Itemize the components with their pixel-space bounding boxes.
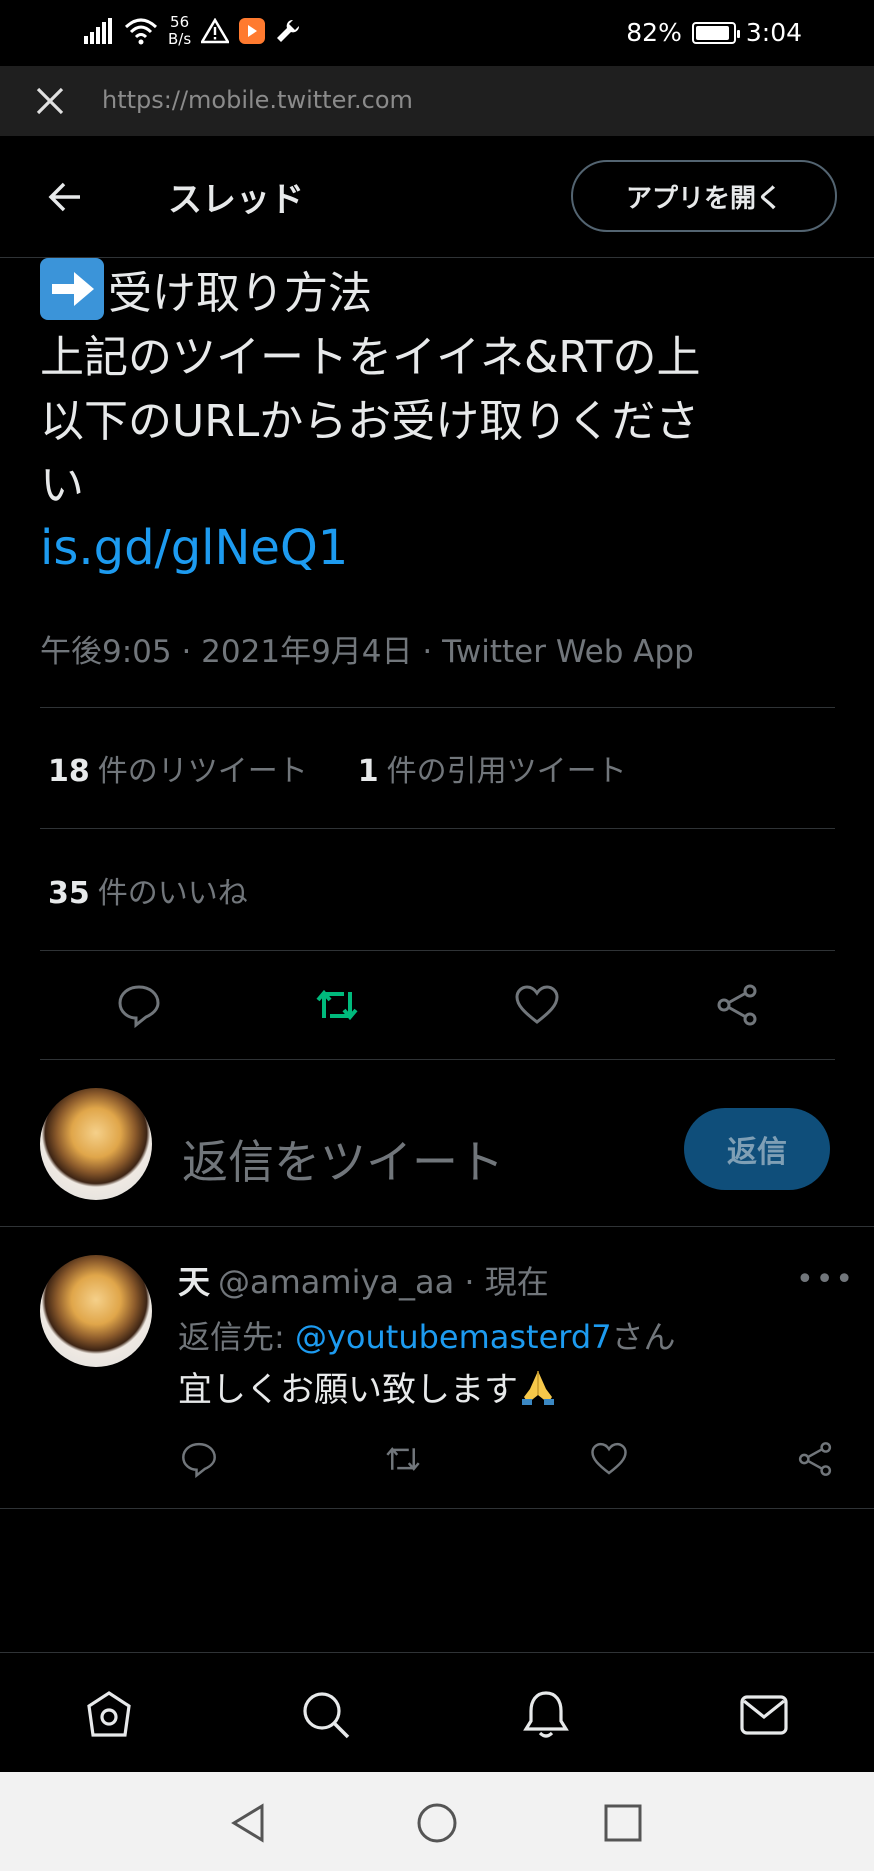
reply-text-content: 宜しくお願い致します [178,1370,518,1410]
home-circle-icon[interactable] [416,1802,458,1844]
separator-dot: · [464,1263,475,1301]
divider [40,707,835,708]
reply-text: 宜しくお願い致します [178,1362,558,1411]
retweet-label: 件のリツイート [97,754,308,789]
replying-suffix: さん [611,1318,676,1356]
page-title: スレッド [168,180,304,220]
browser-url-bar: https://mobile.twitter.com [0,66,874,136]
quotes-stat[interactable]: 1 件の引用ツイート [358,746,627,790]
more-options-icon[interactable]: ••• [796,1262,855,1297]
divider [40,1059,835,1060]
battery-icon [691,21,740,44]
signal-icon [84,18,112,44]
back-arrow-icon[interactable] [44,176,86,218]
recents-square-icon[interactable] [602,1802,644,1844]
like-heart-icon[interactable] [590,1440,628,1478]
tweet-link[interactable]: is.gd/glNeQ1 [40,520,348,576]
tweet-stats-likes[interactable]: 35 件のいいね [48,868,248,912]
home-icon[interactable] [83,1689,135,1741]
open-app-button[interactable]: アプリを開く [571,160,837,232]
url-text[interactable]: https://mobile.twitter.com [102,86,413,114]
network-speed: 56 B/s [168,14,191,48]
search-icon[interactable] [300,1689,352,1741]
replying-mention-link[interactable]: @youtubemasterd7 [295,1318,612,1356]
share-icon[interactable] [714,982,760,1028]
replying-to: 返信先: @youtubemasterd7さん [178,1312,676,1358]
tweet-line-2: 上記のツイートをイイネ&RTの上 [40,332,701,383]
reply-time[interactable]: 現在 [485,1263,549,1301]
app-notification-icon [239,18,266,44]
tweet-line-1: 受け取り方法 [108,268,372,319]
folded-hands-emoji-icon [522,1371,554,1405]
reply-header: 天 @amamiya_aa · 現在 [178,1257,549,1303]
retweet-count: 18 [48,754,90,789]
tweet-timestamp[interactable]: 午後9:05 · 2021年9月4日 · Twitter Web App [40,626,694,671]
reply-input[interactable]: 返信をツイート [182,1126,504,1192]
like-label: 件のいいね [97,876,248,911]
divider [40,828,835,829]
retweet-icon[interactable] [314,982,360,1028]
like-heart-icon[interactable] [514,982,560,1028]
warning-icon [201,18,230,44]
reply-avatar[interactable] [40,1255,152,1367]
status-left: 56 B/s [84,14,301,48]
messages-envelope-icon[interactable] [738,1689,790,1741]
divider [0,1508,874,1509]
back-triangle-icon[interactable] [228,1802,270,1844]
battery-percent: 82% [626,18,682,47]
tweet-text: 受け取り方法 上記のツイートをイイネ&RTの上 以下のURLからお受け取りくださ… [40,258,840,518]
net-speed-unit: B/s [168,30,192,48]
retweets-stat[interactable]: 18 件のリツイート [48,746,308,790]
reply-author-handle[interactable]: @amamiya_aa [218,1263,454,1301]
reply-button[interactable]: 返信 [684,1108,830,1190]
like-count: 35 [48,876,90,911]
bottom-nav [0,1652,874,1772]
wrench-icon [277,19,300,42]
tweet-line-3: 以下のURLからお受け取りくださ [40,396,700,447]
thread-header: スレッド アプリを開く [0,136,874,258]
avatar[interactable] [40,1088,152,1200]
reply-icon[interactable] [116,982,162,1028]
retweet-icon[interactable] [384,1440,422,1478]
system-nav-bar [0,1772,874,1871]
close-icon[interactable] [32,83,68,119]
tweet-line: 受け取り方法 [40,258,840,326]
reply-author-name[interactable]: 天 [178,1263,210,1301]
replying-prefix: 返信先: [178,1318,295,1356]
tweet-actions [40,950,835,1060]
clock: 3:04 [745,18,802,47]
wifi-icon [124,18,158,45]
notifications-bell-icon[interactable] [520,1689,572,1741]
reply-icon[interactable] [180,1440,218,1478]
quote-count: 1 [357,754,379,789]
status-bar: 56 B/s 82% 3:04 [0,0,874,66]
tweet-stats-retweets: 18 件のリツイート 1 件の引用ツイート [48,746,627,790]
share-icon[interactable] [796,1440,834,1478]
quote-label: 件の引用ツイート [386,754,627,789]
net-speed-value: 56 [170,13,190,31]
tweet-line-4: い [40,460,84,511]
divider [0,1226,874,1227]
right-arrow-emoji-icon [40,258,104,320]
status-right: 82% 3:04 [626,18,802,47]
